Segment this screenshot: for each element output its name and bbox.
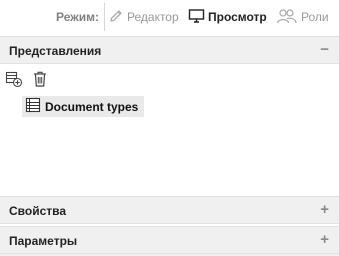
add-list-icon xyxy=(5,70,23,91)
tree-item-label: Document types xyxy=(45,99,139,114)
mode-separator xyxy=(104,3,105,31)
views-panel-title: Представления xyxy=(9,44,102,58)
delete-view-button[interactable] xyxy=(30,70,50,90)
monitor-icon xyxy=(188,8,205,27)
add-view-button[interactable] xyxy=(4,70,24,90)
trash-icon xyxy=(32,70,48,91)
mode-label: Режим: xyxy=(56,10,99,24)
properties-panel-header[interactable]: Свойства + xyxy=(0,196,339,224)
pencil-icon xyxy=(108,8,124,27)
expand-icon[interactable]: + xyxy=(320,201,329,219)
parameters-panel-title: Параметры xyxy=(9,234,78,248)
views-panel-body: Document types xyxy=(0,64,339,196)
users-icon xyxy=(276,8,298,27)
roles-mode-label: Роли xyxy=(301,10,329,24)
roles-mode-button[interactable]: Роли xyxy=(276,7,329,27)
view-mode-label: Просмотр xyxy=(208,10,267,24)
mode-toolbar: Режим: Редактор Просмотр Роли xyxy=(0,0,339,34)
editor-mode-label: Редактор xyxy=(127,10,179,24)
parameters-panel-header[interactable]: Параметры + xyxy=(0,226,339,254)
table-icon xyxy=(25,97,41,116)
views-panel-header[interactable]: Представления − xyxy=(0,36,339,64)
view-mode-button[interactable]: Просмотр xyxy=(188,7,267,27)
properties-panel-title: Свойства xyxy=(9,204,67,218)
expand-icon[interactable]: + xyxy=(320,231,329,249)
views-actions xyxy=(4,70,50,90)
tree-item-document-types[interactable]: Document types xyxy=(22,96,145,117)
collapse-icon[interactable]: − xyxy=(320,41,329,59)
editor-mode-button[interactable]: Редактор xyxy=(108,7,179,27)
